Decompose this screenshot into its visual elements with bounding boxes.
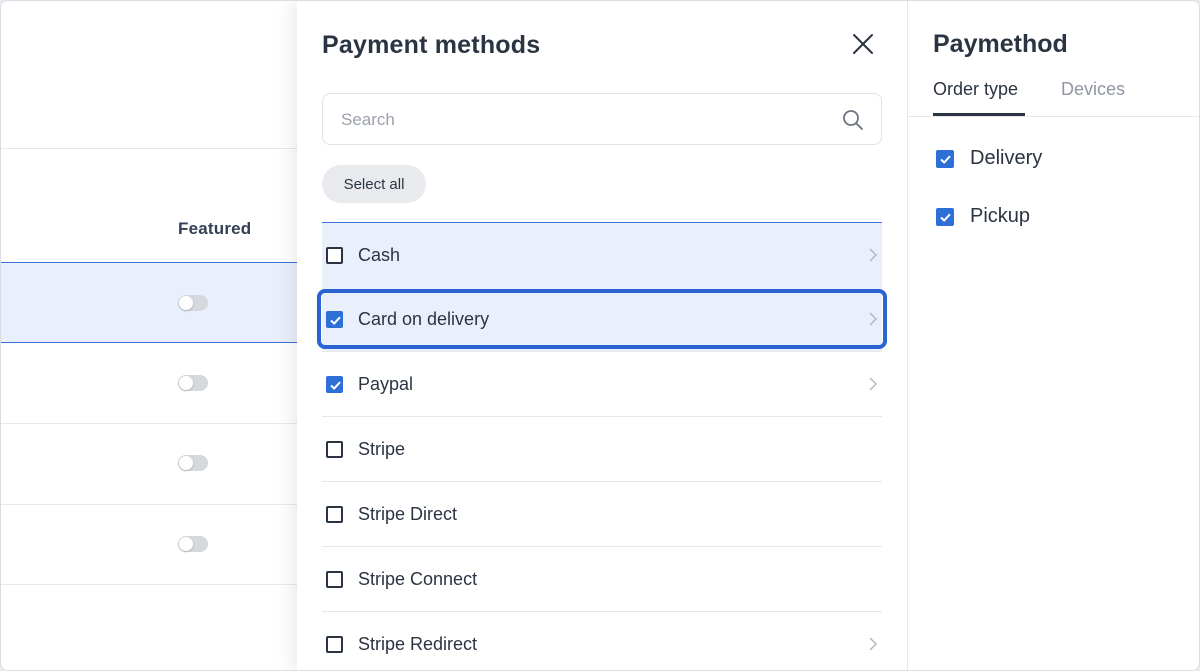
table-divider bbox=[1, 148, 297, 149]
panel-title: Payment methods bbox=[322, 31, 541, 59]
list-item-paypal[interactable]: Paypal bbox=[322, 352, 882, 417]
payment-methods-panel: Payment methods Select all Cash bbox=[297, 1, 907, 670]
paymethod-title: Paymethod bbox=[933, 30, 1068, 58]
list-item-cash[interactable]: Cash bbox=[322, 222, 882, 287]
search-input[interactable] bbox=[341, 106, 831, 134]
checkbox[interactable] bbox=[326, 311, 343, 328]
checkbox[interactable] bbox=[326, 441, 343, 458]
paymethod-panel: Paymethod Order type Devices Delivery Pi… bbox=[907, 1, 1199, 670]
app-frame: Featured Payment methods Selec bbox=[0, 0, 1200, 671]
select-all-button[interactable]: Select all bbox=[322, 165, 426, 203]
background-table: Featured bbox=[1, 1, 297, 670]
active-tab-indicator bbox=[933, 113, 1025, 116]
item-label: Card on delivery bbox=[358, 309, 490, 329]
list-item-stripe-redirect[interactable]: Stripe Redirect bbox=[322, 612, 882, 670]
checkmark-icon bbox=[940, 155, 951, 164]
table-row[interactable] bbox=[1, 343, 297, 424]
item-label: Paypal bbox=[358, 374, 414, 394]
tab-order-type[interactable]: Order type bbox=[933, 79, 1018, 100]
item-label: Stripe Direct bbox=[358, 504, 458, 524]
tab-devices[interactable]: Devices bbox=[1061, 79, 1125, 100]
search-box[interactable] bbox=[322, 93, 882, 145]
table-row[interactable] bbox=[1, 504, 297, 585]
checkbox[interactable] bbox=[936, 150, 954, 168]
checkbox[interactable] bbox=[326, 376, 343, 393]
featured-toggle[interactable] bbox=[178, 536, 208, 552]
table-row[interactable] bbox=[1, 424, 297, 505]
list-item-card-on-delivery[interactable]: Card on delivery bbox=[317, 287, 887, 352]
list-item-stripe-connect[interactable]: Stripe Connect bbox=[322, 547, 882, 612]
checkmark-icon bbox=[330, 381, 341, 390]
checkbox[interactable] bbox=[326, 571, 343, 588]
list-item-stripe-direct[interactable]: Stripe Direct bbox=[322, 482, 882, 547]
column-header-featured: Featured bbox=[178, 219, 252, 238]
option-label: Delivery bbox=[970, 147, 1043, 169]
chevron-right-icon bbox=[869, 377, 878, 391]
item-label: Stripe Redirect bbox=[358, 634, 478, 654]
item-label: Cash bbox=[358, 245, 401, 265]
table-row[interactable] bbox=[1, 262, 297, 343]
tab-bar: Order type Devices bbox=[908, 73, 1199, 117]
checkbox[interactable] bbox=[326, 636, 343, 653]
item-label: Stripe bbox=[358, 439, 406, 459]
chevron-right-icon bbox=[869, 312, 878, 326]
chevron-right-icon bbox=[869, 248, 878, 262]
search-icon[interactable] bbox=[841, 108, 865, 132]
close-icon bbox=[853, 34, 873, 54]
checkmark-icon bbox=[940, 213, 951, 222]
item-label: Stripe Connect bbox=[358, 569, 478, 589]
checkmark-icon bbox=[330, 316, 341, 325]
option-label: Pickup bbox=[970, 205, 1031, 227]
featured-toggle[interactable] bbox=[178, 455, 208, 471]
checkbox[interactable] bbox=[326, 506, 343, 523]
list-item-stripe[interactable]: Stripe bbox=[322, 417, 882, 482]
featured-toggle[interactable] bbox=[178, 295, 208, 311]
payment-method-list: Cash Card on delivery Paypal Stripe Stri… bbox=[317, 222, 887, 670]
checkbox[interactable] bbox=[936, 208, 954, 226]
checkbox[interactable] bbox=[326, 247, 343, 264]
close-button[interactable] bbox=[850, 31, 876, 57]
chevron-right-icon bbox=[869, 637, 878, 651]
featured-toggle[interactable] bbox=[178, 375, 208, 391]
